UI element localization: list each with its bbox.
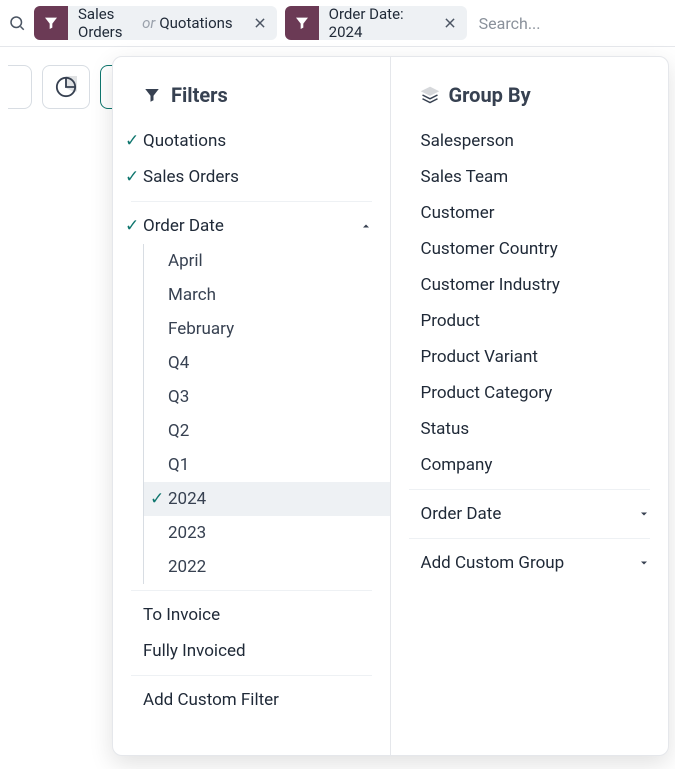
search-options-panel: Filters ✓ Quotations ✓ Sales Orders ✓ Or… xyxy=(112,56,669,756)
filter-order-date-q4[interactable]: ✓ Q4 xyxy=(144,346,390,380)
group-by-title: Group By xyxy=(391,73,669,123)
filter-quotations[interactable]: ✓ Quotations xyxy=(113,123,390,159)
separator xyxy=(409,489,651,490)
filter-order-date-february[interactable]: ✓ February xyxy=(144,312,390,346)
group-by-customer-country[interactable]: Customer Country xyxy=(391,231,669,267)
search-facet-remove[interactable] xyxy=(243,6,277,40)
group-by-status[interactable]: Status xyxy=(391,411,669,447)
filter-order-date-april[interactable]: ✓ April xyxy=(144,244,390,278)
funnel-icon xyxy=(34,6,68,40)
pie-chart-icon xyxy=(55,76,77,98)
search-facet-label: Order Date: 2024 xyxy=(319,6,433,40)
separator xyxy=(131,590,372,591)
funnel-icon xyxy=(143,86,161,104)
filter-order-date-2022[interactable]: ✓ 2022 xyxy=(144,550,390,584)
group-by-product-category[interactable]: Product Category xyxy=(391,375,669,411)
filters-column: Filters ✓ Quotations ✓ Sales Orders ✓ Or… xyxy=(113,57,391,755)
group-by-product-variant[interactable]: Product Variant xyxy=(391,339,669,375)
filter-order-date[interactable]: ✓ Order Date xyxy=(113,208,390,244)
search-facet-filter-2[interactable]: Order Date: 2024 xyxy=(285,6,467,40)
caret-up-icon xyxy=(360,220,372,232)
group-by-order-date[interactable]: Order Date xyxy=(391,496,669,532)
check-icon: ✓ xyxy=(125,131,143,151)
separator xyxy=(409,538,651,539)
group-by-customer-industry[interactable]: Customer Industry xyxy=(391,267,669,303)
check-icon: ✓ xyxy=(125,167,143,187)
caret-down-icon xyxy=(638,557,650,569)
filter-order-date-q1[interactable]: ✓ Q1 xyxy=(144,448,390,482)
search-bar[interactable]: Sales Orders or Quotations Order Date: 2… xyxy=(0,0,675,47)
caret-down-icon xyxy=(638,508,650,520)
add-custom-filter[interactable]: ✓ Add Custom Filter xyxy=(113,682,390,718)
separator xyxy=(131,201,372,202)
filters-title: Filters xyxy=(113,73,390,123)
filter-sales-orders[interactable]: ✓ Sales Orders xyxy=(113,159,390,195)
check-icon: ✓ xyxy=(150,489,168,509)
group-by-salesperson[interactable]: Salesperson xyxy=(391,123,669,159)
group-by-company[interactable]: Company xyxy=(391,447,669,483)
search-facet-filter-1[interactable]: Sales Orders or Quotations xyxy=(34,6,277,40)
filter-order-date-2023[interactable]: ✓ 2023 xyxy=(144,516,390,550)
check-icon: ✓ xyxy=(125,216,143,236)
filter-order-date-q3[interactable]: ✓ Q3 xyxy=(144,380,390,414)
separator xyxy=(131,675,372,676)
add-custom-group[interactable]: Add Custom Group xyxy=(391,545,669,581)
search-facet-label: Sales Orders or Quotations xyxy=(68,6,243,40)
filter-order-date-2024[interactable]: ✓ 2024 xyxy=(144,482,390,516)
filter-order-date-march[interactable]: ✓ March xyxy=(144,278,390,312)
filter-fully-invoiced[interactable]: ✓ Fully Invoiced xyxy=(113,633,390,669)
search-facet-remove[interactable] xyxy=(433,6,467,40)
layers-icon xyxy=(421,86,439,104)
group-by-customer[interactable]: Customer xyxy=(391,195,669,231)
search-icon xyxy=(8,14,26,32)
group-by-product[interactable]: Product xyxy=(391,303,669,339)
view-button-pie[interactable] xyxy=(42,65,90,109)
filter-order-date-q2[interactable]: ✓ Q2 xyxy=(144,414,390,448)
view-button-partial[interactable] xyxy=(8,65,32,109)
search-input[interactable] xyxy=(475,8,667,39)
filter-order-date-submenu: ✓ April ✓ March ✓ February ✓ Q4 ✓ Q3 xyxy=(143,244,390,584)
group-by-sales-team[interactable]: Sales Team xyxy=(391,159,669,195)
filter-to-invoice[interactable]: ✓ To Invoice xyxy=(113,597,390,633)
group-by-column: Group By Salesperson Sales Team Customer… xyxy=(391,57,669,755)
funnel-icon xyxy=(285,6,319,40)
